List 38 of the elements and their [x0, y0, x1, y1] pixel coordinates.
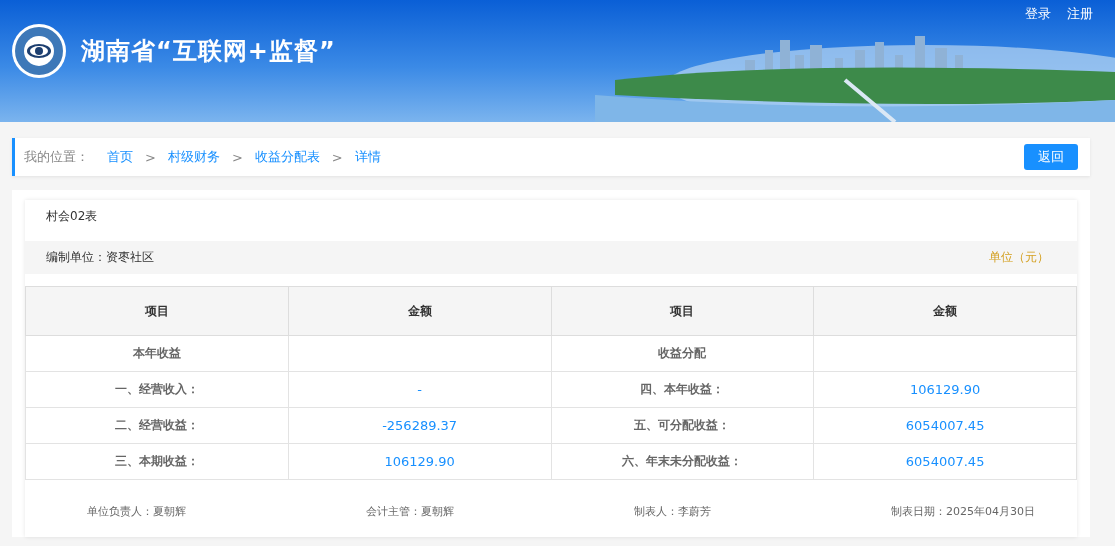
signature-field: 制表日期：2025年04月30日 — [891, 504, 1035, 519]
column-header: 项目 — [551, 286, 814, 336]
table-cell: 收益分配 — [551, 335, 814, 372]
signature-field: 制表人：李蔚芳 — [634, 504, 711, 519]
table-cell: 四、本年收益： — [551, 371, 814, 408]
signature-field: 会计主管：夏朝辉 — [366, 504, 454, 519]
breadcrumb-label: 我的位置： — [24, 148, 89, 166]
header-link[interactable]: 注册 — [1067, 5, 1093, 23]
signature-field: 单位负责人：夏朝辉 — [87, 504, 186, 519]
table-cell: 106129.90 — [813, 371, 1077, 408]
table-cell: 本年收益 — [25, 335, 289, 372]
report-code: 村会02表 — [45, 208, 99, 225]
header-link[interactable]: 登录 — [1025, 5, 1051, 23]
breadcrumb-link[interactable]: 收益分配表 — [254, 148, 320, 166]
breadcrumb-separator: > — [331, 149, 343, 165]
table-cell: 6054007.45 — [813, 443, 1077, 480]
currency-unit: 单位（元） — [989, 249, 1049, 266]
column-header: 金额 — [288, 286, 551, 336]
table-cell: 一、经营收入： — [25, 371, 289, 408]
back-button[interactable]: 返回 — [1024, 144, 1078, 170]
eye-logo-icon — [11, 23, 67, 79]
table-cell: 三、本期收益： — [25, 443, 289, 480]
table-cell: -256289.37 — [288, 407, 551, 444]
table-cell: 二、经营收益： — [25, 407, 289, 444]
table-cell: 五、可分配收益： — [551, 407, 814, 444]
breadcrumb-link[interactable]: 村级财务 — [167, 148, 220, 166]
breadcrumb-separator: > — [145, 149, 156, 165]
table-cell: 6054007.45 — [813, 407, 1077, 444]
table-cell: 六、年末未分配收益： — [551, 443, 814, 480]
breadcrumb-link[interactable]: 首页 — [107, 148, 133, 166]
table-cell: 106129.90 — [288, 443, 551, 480]
site-title: 湖南省“互联网+监督” — [81, 36, 336, 67]
column-header: 金额 — [813, 286, 1077, 336]
column-header: 项目 — [25, 286, 289, 336]
breadcrumb-link[interactable]: 详情 — [354, 148, 381, 166]
table-cell: - — [288, 371, 551, 408]
compiling-unit: 编制单位：资枣社区 — [46, 249, 154, 266]
breadcrumb-separator: > — [231, 149, 243, 165]
